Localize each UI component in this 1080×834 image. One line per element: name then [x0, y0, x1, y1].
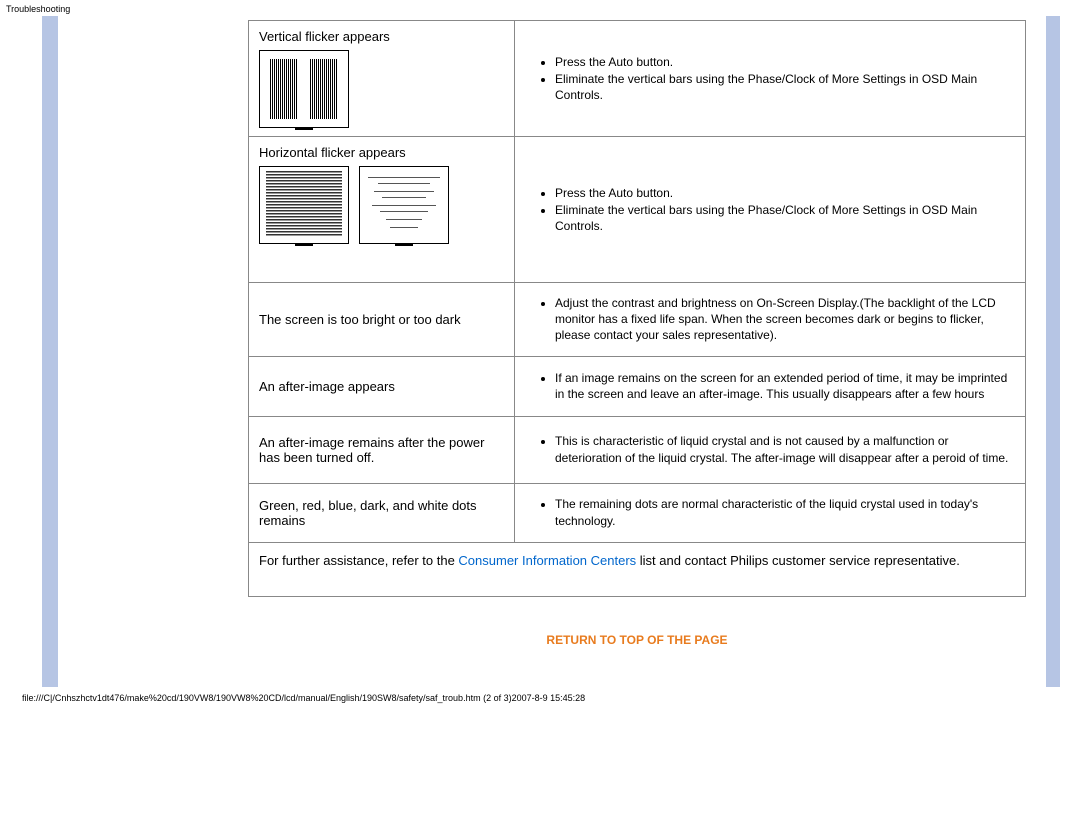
file-path: file:///C|/Cnhszhctv1dt476/make%20cd/190… [0, 687, 1080, 711]
solution-list: This is characteristic of liquid crystal… [541, 433, 1015, 465]
solution-item: Press the Auto button. [555, 185, 1015, 201]
problem-label: Green, red, blue, dark, and white dots r… [259, 498, 504, 528]
solution-item: This is characteristic of liquid crystal… [555, 433, 1015, 465]
consumer-info-link[interactable]: Consumer Information Centers [458, 553, 636, 568]
table-row: Horizontal flicker appears [249, 137, 1025, 283]
table-row: An after-image appears If an image remai… [249, 356, 1025, 416]
monitor-illustration [359, 166, 449, 244]
left-stripe [42, 16, 58, 687]
solution-item: Eliminate the vertical bars using the Ph… [555, 71, 1015, 103]
solution-item: Adjust the contrast and brightness on On… [555, 295, 1015, 344]
problem-label: Horizontal flicker appears [259, 145, 504, 160]
table-row: An after-image remains after the power h… [249, 416, 1025, 483]
page-header: Troubleshooting [0, 0, 1080, 16]
return-to-top-link[interactable]: RETURN TO TOP OF THE PAGE [248, 597, 1026, 657]
footer-text-suffix: list and contact Philips customer servic… [636, 553, 960, 568]
solution-list: Press the Auto button. Eliminate the ver… [541, 185, 1015, 235]
footer-text-prefix: For further assistance, refer to the [259, 553, 458, 568]
right-stripe [1046, 16, 1060, 687]
solution-list: Press the Auto button. Eliminate the ver… [541, 54, 1015, 104]
monitor-illustration [259, 50, 349, 128]
problem-label: An after-image remains after the power h… [259, 435, 504, 465]
solution-item: Press the Auto button. [555, 54, 1015, 70]
table-row: Vertical flicker appears Press the Auto … [249, 21, 1025, 137]
problem-label: The screen is too bright or too dark [259, 312, 504, 327]
solution-item: Eliminate the vertical bars using the Ph… [555, 202, 1015, 234]
solution-list: Adjust the contrast and brightness on On… [541, 295, 1015, 344]
problem-label: An after-image appears [259, 379, 504, 394]
table-row: Green, red, blue, dark, and white dots r… [249, 483, 1025, 542]
problem-label: Vertical flicker appears [259, 29, 504, 44]
table-row: The screen is too bright or too dark Adj… [249, 283, 1025, 357]
solution-item: The remaining dots are normal characteri… [555, 496, 1015, 528]
solution-list: The remaining dots are normal characteri… [541, 496, 1015, 528]
monitor-illustration [259, 166, 349, 244]
solution-list: If an image remains on the screen for an… [541, 370, 1015, 402]
solution-item: If an image remains on the screen for an… [555, 370, 1015, 402]
troubleshooting-table: Vertical flicker appears Press the Auto … [248, 20, 1026, 597]
footer-row: For further assistance, refer to the Con… [249, 542, 1025, 596]
